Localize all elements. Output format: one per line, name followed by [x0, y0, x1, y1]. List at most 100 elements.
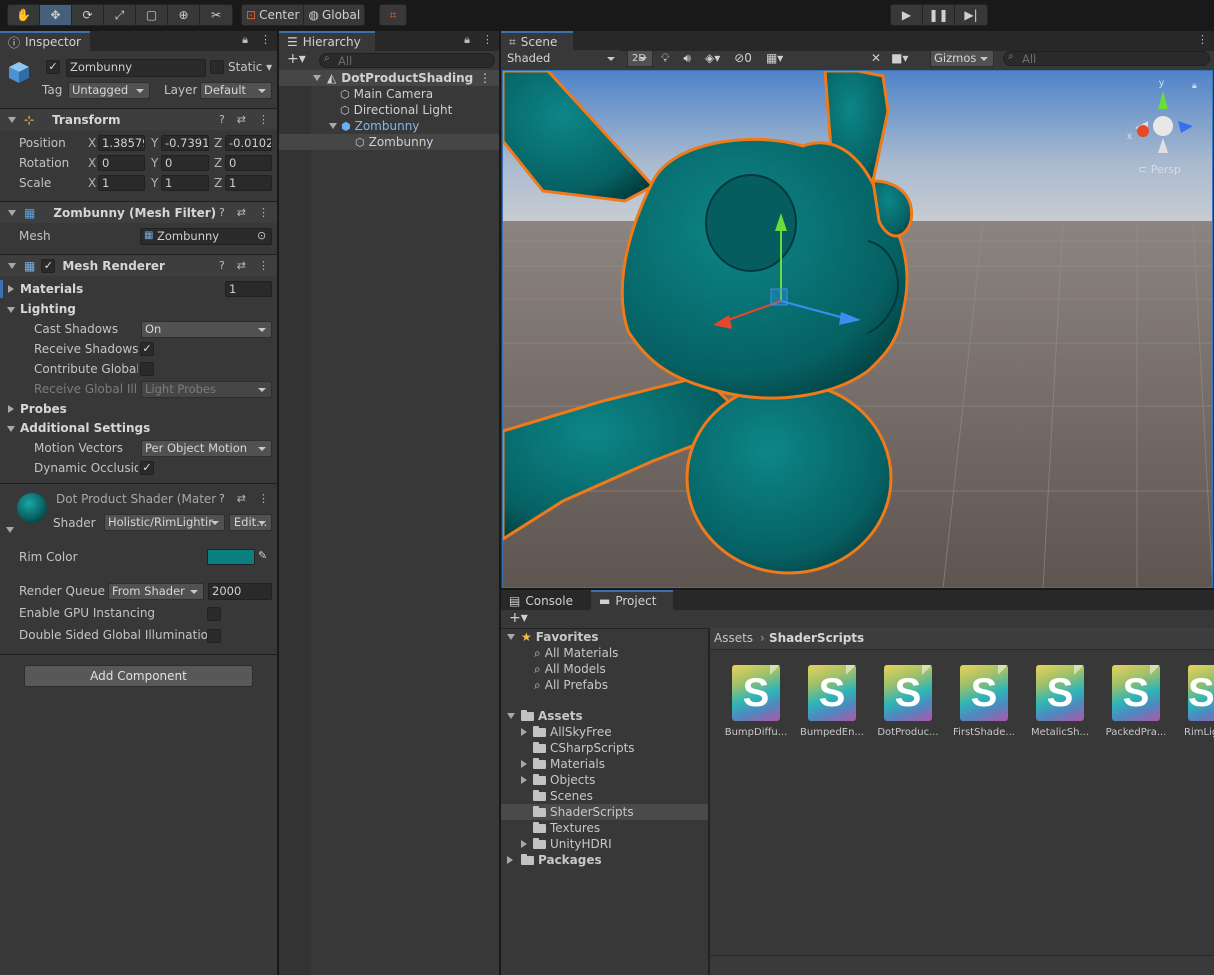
shader-dropdown[interactable]: Holistic/RimLightir [104, 514, 225, 531]
draw-mode-dropdown[interactable]: Shaded [503, 50, 621, 67]
materials-count-field[interactable]: 1 [225, 281, 272, 297]
active-checkbox[interactable]: ✓ [46, 60, 60, 74]
asset-shader-file[interactable]: S MetalicSh... [1025, 665, 1095, 738]
render-queue-field[interactable]: 2000 [208, 583, 272, 600]
menu-kebab-icon[interactable]: ⋮ [260, 33, 271, 47]
component-menu-icon[interactable]: ⋮ [258, 113, 269, 126]
additional-settings-foldout-icon[interactable] [7, 426, 15, 432]
rotation-y-field[interactable]: 0 [161, 155, 209, 171]
lock-icon[interactable]: 🔒︎ [464, 33, 470, 47]
material-foldout-icon[interactable] [6, 527, 14, 533]
probes-label[interactable]: Probes [20, 402, 67, 416]
static-checkbox[interactable] [210, 60, 224, 74]
cast-shadows-dropdown[interactable]: On [141, 321, 272, 338]
hierarchy-search-input[interactable]: All [319, 53, 495, 68]
pivot-center-button[interactable]: ⊡ Center [242, 5, 305, 25]
scale-z-field[interactable]: 1 [225, 175, 272, 191]
lighting-label[interactable]: Lighting [20, 302, 76, 316]
persp-label[interactable]: ⊂ Persp [1138, 163, 1181, 176]
position-y-field[interactable]: -0.7391 [161, 135, 209, 151]
transform-tool-icon[interactable]: ⊕ [168, 5, 200, 25]
materials-label[interactable]: Materials [20, 282, 83, 296]
menu-kebab-icon[interactable]: ⋮ [482, 33, 493, 47]
rect-tool-icon[interactable]: ▢ [136, 5, 168, 25]
grid-toggle-icon[interactable]: ▦▾ [766, 51, 783, 66]
materials-foldout-icon[interactable] [8, 285, 14, 293]
tag-dropdown[interactable]: Untagged [68, 82, 150, 99]
presets-icon[interactable]: ⇄ [237, 206, 246, 219]
move-tool-icon[interactable]: ✥ [40, 5, 72, 25]
dynamic-occlusion-checkbox[interactable]: ✓ [140, 461, 154, 475]
menu-kebab-icon[interactable]: ⋮ [1197, 33, 1208, 46]
folder-item[interactable]: AllSkyFree [521, 724, 612, 740]
hierarchy-item-zombunny-child[interactable]: ⬡ Zombunny [279, 134, 499, 150]
favorite-item[interactable]: ⌕ All Models [534, 661, 606, 677]
rotate-tool-icon[interactable]: ⟳ [72, 5, 104, 25]
lock-icon[interactable]: 🔒︎ [242, 33, 248, 47]
receive-shadows-checkbox[interactable]: ✓ [140, 342, 154, 356]
rim-color-swatch[interactable] [207, 549, 255, 565]
asset-shader-file[interactable]: S PackedPra... [1101, 665, 1171, 738]
position-z-field[interactable]: -0.0102 [225, 135, 272, 151]
mesh-renderer-header[interactable]: ▦ ✓ Mesh Renderer ? ⇄ ⋮ [0, 254, 277, 276]
help-icon[interactable]: ? [219, 206, 225, 219]
asset-shader-file[interactable]: S BumpedEn... [797, 665, 867, 738]
scene-viewport[interactable]: x y ⊂ Persp 🔒︎ [502, 70, 1213, 588]
hidden-objects-icon[interactable]: ⊘0 [734, 51, 752, 66]
help-icon[interactable]: ? [219, 259, 225, 272]
hierarchy-item-directional-light[interactable]: ⬡ Directional Light [279, 102, 499, 118]
gizmo-lock-icon[interactable]: 🔒︎ [1192, 81, 1197, 91]
additional-settings-label[interactable]: Additional Settings [20, 421, 150, 435]
hand-tool-icon[interactable]: ✋ [8, 5, 40, 25]
transform-header[interactable]: ⊹ Transform ? ⇄ ⋮ [0, 108, 277, 130]
packages-row[interactable]: Packages [507, 852, 602, 868]
component-menu-icon[interactable]: ⋮ [258, 492, 269, 505]
asset-shader-file[interactable]: S FirstShade... [949, 665, 1019, 738]
toggle-2d-button[interactable]: 2D [627, 50, 653, 67]
component-menu-icon[interactable]: ⋮ [258, 206, 269, 219]
contribute-gi-checkbox[interactable] [140, 362, 154, 376]
tab-console[interactable]: ▤ Console [501, 590, 589, 610]
presets-icon[interactable]: ⇄ [237, 113, 246, 126]
gameobject-cube-icon[interactable] [6, 59, 32, 85]
eyedropper-icon[interactable]: ✎ [258, 549, 267, 562]
mesh-renderer-enabled-checkbox[interactable]: ✓ [41, 258, 56, 273]
static-dropdown[interactable]: Static ▾ [228, 60, 272, 74]
play-button-icon[interactable]: ▶ [891, 5, 923, 25]
panel-splitter[interactable] [708, 628, 710, 975]
favorites-row[interactable]: ★ Favorites [501, 629, 708, 645]
breadcrumb-assets[interactable]: Assets [714, 631, 753, 645]
help-icon[interactable]: ? [219, 113, 225, 126]
effects-toggle-icon[interactable]: ◈▾ [705, 51, 720, 66]
rotation-z-field[interactable]: 0 [225, 155, 272, 171]
breadcrumb-shaderscripts[interactable]: ShaderScripts [769, 631, 864, 645]
scale-y-field[interactable]: 1 [161, 175, 209, 191]
grid-snap-icon[interactable]: ⌗ [380, 5, 406, 25]
space-global-button[interactable]: ◍ Global [304, 5, 364, 25]
lighting-foldout-icon[interactable] [7, 307, 15, 313]
custom-tool-icon[interactable]: ✂ [200, 5, 232, 25]
favorite-item[interactable]: ⌕ All Prefabs [534, 677, 608, 693]
folder-item[interactable]: CSharpScripts [533, 740, 635, 756]
asset-shader-file[interactable]: S DotProduc... [873, 665, 943, 738]
tab-hierarchy[interactable]: ☰ Hierarchy [279, 31, 375, 51]
tab-project[interactable]: ▬ Project [591, 590, 673, 610]
rotation-x-field[interactable]: 0 [98, 155, 145, 171]
add-component-button[interactable]: Add Component [24, 665, 253, 687]
folder-item[interactable]: Materials [521, 756, 605, 772]
gpu-instancing-checkbox[interactable] [207, 607, 221, 621]
position-x-field[interactable]: 1.38579 [98, 135, 145, 151]
presets-icon[interactable]: ⇄ [237, 492, 246, 505]
asset-shader-file[interactable]: S RimLig [1177, 665, 1214, 738]
motion-vectors-dropdown[interactable]: Per Object Motion [141, 440, 272, 457]
component-menu-icon[interactable]: ⋮ [258, 259, 269, 272]
assets-row[interactable]: Assets [501, 708, 708, 724]
mesh-filter-header[interactable]: ▦ Zombunny (Mesh Filter) ? ⇄ ⋮ [0, 201, 277, 223]
probes-foldout-icon[interactable] [8, 405, 14, 413]
presets-icon[interactable]: ⇄ [237, 259, 246, 272]
create-plus-icon[interactable]: +▾ [509, 610, 528, 626]
pause-button-icon[interactable]: ❚❚ [923, 5, 955, 25]
tools-icon[interactable]: ✕ [871, 51, 881, 65]
double-sided-gi-checkbox[interactable] [207, 629, 221, 643]
scene-menu-icon[interactable]: ⋮ [479, 71, 491, 85]
